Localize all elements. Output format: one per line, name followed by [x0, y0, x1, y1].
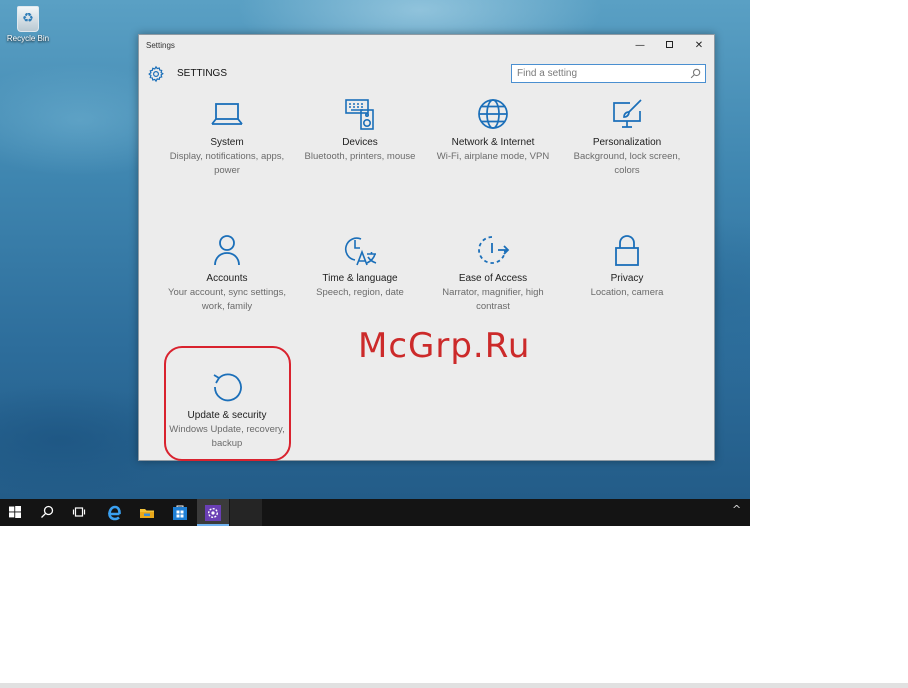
- minimize-icon: —: [635, 40, 645, 51]
- category-description: Background, lock screen, colors: [573, 151, 681, 176]
- person-icon: [214, 235, 240, 266]
- category-description: Bluetooth, printers, mouse: [304, 151, 416, 162]
- padlock-icon: [615, 235, 639, 266]
- recycle-bin-icon: ♻: [17, 6, 39, 32]
- search-icon: [41, 505, 54, 518]
- category-privacy[interactable]: Privacy Location, camera: [562, 233, 692, 300]
- close-icon: ✕: [694, 40, 704, 51]
- file-explorer-icon: [140, 509, 154, 518]
- category-name: Accounts: [206, 273, 248, 284]
- maximize-icon: [665, 40, 673, 48]
- chevron-up-icon: ^: [732, 503, 742, 516]
- category-name: Time & language: [322, 273, 398, 284]
- file-explorer-button[interactable]: [131, 499, 163, 526]
- category-name: Privacy: [610, 273, 644, 284]
- close-button[interactable]: ✕: [686, 38, 712, 54]
- category-name: Network & Internet: [451, 137, 535, 148]
- settings-icon: [205, 505, 221, 521]
- category-name: Ease of Access: [458, 273, 528, 284]
- laptop-icon: [211, 103, 243, 125]
- category-accounts[interactable]: Accounts Your account, sync settings, wo…: [162, 233, 292, 314]
- globe-icon: [478, 99, 508, 129]
- page-title: SETTINGS: [177, 68, 228, 79]
- search-box[interactable]: [511, 64, 706, 83]
- category-name: Personalization: [592, 137, 662, 148]
- start-icon: [9, 506, 21, 518]
- category-ease-of-access[interactable]: Ease of Access Narrator, magnifier, high…: [428, 233, 558, 314]
- category-system[interactable]: System Display, notifications, apps, pow…: [162, 97, 292, 178]
- start-button[interactable]: [0, 499, 32, 526]
- edge-icon: [108, 505, 121, 521]
- watermark: McGrp.Ru: [358, 326, 531, 366]
- taskbar-empty-slot[interactable]: [230, 499, 262, 526]
- maximize-button[interactable]: [656, 38, 682, 54]
- settings-taskbar-button[interactable]: [197, 499, 229, 526]
- category-description: Display, notifications, apps, power: [169, 151, 285, 176]
- category-description: Location, camera: [590, 287, 664, 298]
- keyboard-speaker-icon: [345, 99, 374, 130]
- category-name: Devices: [342, 137, 378, 148]
- edge-button[interactable]: [98, 499, 130, 526]
- title-bar[interactable]: Settings — ✕: [139, 35, 714, 57]
- gear-icon: [148, 65, 164, 83]
- show-hidden-icons-button[interactable]: ^: [726, 499, 750, 526]
- screen: ♻ Recycle Bin Settings — ✕ SETTINGS Find…: [0, 0, 750, 526]
- page-divider: [0, 683, 908, 688]
- taskbar: ^: [0, 499, 750, 526]
- task-view-button[interactable]: [64, 499, 96, 526]
- taskbar-search-button[interactable]: [32, 499, 64, 526]
- category-devices[interactable]: Devices Bluetooth, printers, mouse: [295, 97, 425, 164]
- ease-of-access-icon: [478, 236, 510, 264]
- store-icon: [173, 505, 187, 520]
- category-personalization[interactable]: Personalization Background, lock screen,…: [562, 97, 692, 178]
- category-description: Narrator, magnifier, high contrast: [442, 287, 544, 312]
- category-description: Your account, sync settings, work, famil…: [168, 287, 286, 312]
- clock-language-icon: [344, 237, 377, 266]
- recycle-bin-label: Recycle Bin: [6, 34, 50, 43]
- category-description: Speech, region, date: [316, 287, 404, 298]
- highlight-ring: [164, 346, 291, 461]
- task-view-icon: [72, 507, 86, 517]
- store-button[interactable]: [164, 499, 196, 526]
- recycle-bin-shortcut[interactable]: ♻ Recycle Bin: [6, 6, 50, 43]
- category-description: Wi-Fi, airplane mode, VPN: [436, 151, 550, 162]
- category-name: System: [210, 137, 244, 148]
- minimize-button[interactable]: —: [627, 38, 653, 54]
- search-icon[interactable]: [690, 68, 701, 79]
- category-time-language[interactable]: Time & language Speech, region, date: [295, 233, 425, 300]
- window-title: Settings: [146, 41, 175, 50]
- search-input[interactable]: [512, 65, 684, 82]
- category-network-internet[interactable]: Network & Internet Wi-Fi, airplane mode,…: [428, 97, 558, 164]
- paintbrush-monitor-icon: [613, 99, 642, 128]
